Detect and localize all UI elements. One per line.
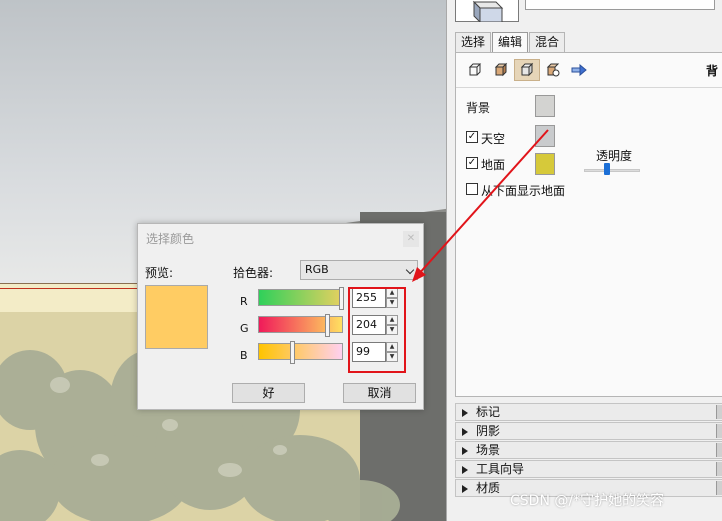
color-preview-swatch — [145, 285, 208, 349]
channel-label-g: G — [240, 322, 249, 335]
check-mark-icon: ✓ — [467, 157, 477, 168]
ok-button[interactable]: 好 — [232, 383, 305, 403]
style-thumbnail[interactable] — [455, 0, 519, 24]
modeling-settings-button[interactable] — [566, 59, 592, 81]
expand-triangle-icon — [462, 447, 468, 455]
section-label: 阴影 — [476, 424, 501, 438]
settings-section-title: 背 — [705, 64, 718, 78]
background-label: 背景 — [466, 101, 491, 115]
sky-label: 天空 — [481, 132, 506, 146]
transparency-slider-track[interactable] — [584, 169, 640, 172]
modeling-arrow-icon — [571, 63, 587, 77]
toolbar-divider — [456, 87, 722, 88]
default-tray-panel: 选择 编辑 混合 背 背景 ✓ 天空 ✓ 地面 透明度 从下面显示地面 标记 阴… — [446, 0, 722, 521]
expand-triangle-icon — [462, 485, 468, 493]
channel-label-b: B — [240, 349, 248, 362]
blue-slider-thumb[interactable] — [290, 341, 295, 364]
pin-handle[interactable] — [716, 481, 722, 495]
ground-color-swatch[interactable] — [535, 153, 555, 175]
preview-label: 预览: — [145, 266, 174, 280]
background-settings-button[interactable] — [514, 59, 540, 81]
pin-handle[interactable] — [716, 462, 722, 476]
edit-toolbar — [462, 59, 592, 81]
style-tabs: 选择 编辑 混合 — [455, 32, 566, 53]
close-icon: ✕ — [406, 233, 416, 244]
tab-select[interactable]: 选择 — [455, 32, 492, 52]
picker-label: 拾色器: — [233, 266, 274, 280]
show-ground-below-checkbox[interactable] — [466, 183, 478, 195]
transparency-slider-thumb[interactable] — [604, 163, 610, 175]
edge-settings-button[interactable] — [462, 59, 488, 81]
tab-mix[interactable]: 混合 — [529, 32, 566, 52]
style-name-field[interactable] — [525, 0, 715, 10]
blue-channel-slider[interactable] — [258, 341, 343, 364]
expand-triangle-icon — [462, 409, 468, 417]
close-button[interactable]: ✕ — [403, 231, 419, 247]
pin-handle[interactable] — [716, 405, 722, 419]
watermark-settings-button[interactable] — [540, 59, 566, 81]
red-channel-slider[interactable] — [258, 287, 344, 310]
sky-color-swatch[interactable] — [535, 125, 555, 147]
red-slider-thumb[interactable] — [339, 287, 344, 310]
picker-mode-select[interactable]: RGB — [300, 260, 418, 280]
watermark-text: CSDN @/*守护她的笑容 — [510, 493, 665, 509]
ground-checkbox[interactable]: ✓ — [466, 157, 478, 169]
section-label: 工具向导 — [476, 462, 525, 476]
background-cube-icon — [520, 62, 534, 77]
ground-label: 地面 — [481, 158, 506, 172]
edge-cube-icon — [468, 63, 482, 76]
green-slider-thumb[interactable] — [325, 314, 330, 337]
section-label: 材质 — [476, 481, 501, 495]
tab-edit[interactable]: 编辑 — [492, 32, 529, 53]
sky-checkbox[interactable]: ✓ — [466, 131, 478, 143]
cancel-button[interactable]: 取消 — [343, 383, 416, 403]
check-mark-icon: ✓ — [467, 131, 477, 142]
section-label: 标记 — [476, 405, 501, 419]
cube-thumbnail-icon — [472, 0, 504, 24]
expand-triangle-icon — [462, 466, 468, 474]
section-label: 场景 — [476, 443, 501, 457]
section-instructor[interactable]: 工具向导 — [455, 460, 722, 478]
section-tags[interactable]: 标记 — [455, 403, 722, 421]
pin-handle[interactable] — [716, 443, 722, 457]
face-settings-button[interactable] — [488, 59, 514, 81]
section-scenes[interactable]: 场景 — [455, 441, 722, 459]
color-picker-dialog: 选择颜色 ✕ 预览: 拾色器: RGB R 255 ▲ ▼ G 204 ▲ ▼ B … — [137, 223, 424, 410]
chevron-down-icon — [405, 265, 415, 275]
face-cube-icon — [494, 62, 508, 77]
transparency-label: 透明度 — [596, 149, 633, 163]
pin-handle[interactable] — [716, 424, 722, 438]
picker-mode-value: RGB — [305, 263, 329, 276]
collapsed-sections: 标记 阴影 场景 工具向导 材质 — [455, 403, 722, 498]
show-ground-below-label: 从下面显示地面 — [481, 184, 566, 198]
roof-edge-line — [0, 288, 140, 289]
value-highlight-box — [348, 287, 406, 373]
dialog-title: 选择颜色 — [146, 232, 195, 246]
watermark-cube-icon — [546, 63, 560, 77]
background-color-swatch[interactable] — [535, 95, 555, 117]
green-channel-slider[interactable] — [258, 314, 343, 337]
section-shadows[interactable]: 阴影 — [455, 422, 722, 440]
channel-label-r: R — [240, 295, 248, 308]
edit-tab-content: 背 背景 ✓ 天空 ✓ 地面 透明度 从下面显示地面 — [455, 52, 722, 397]
expand-triangle-icon — [462, 428, 468, 436]
